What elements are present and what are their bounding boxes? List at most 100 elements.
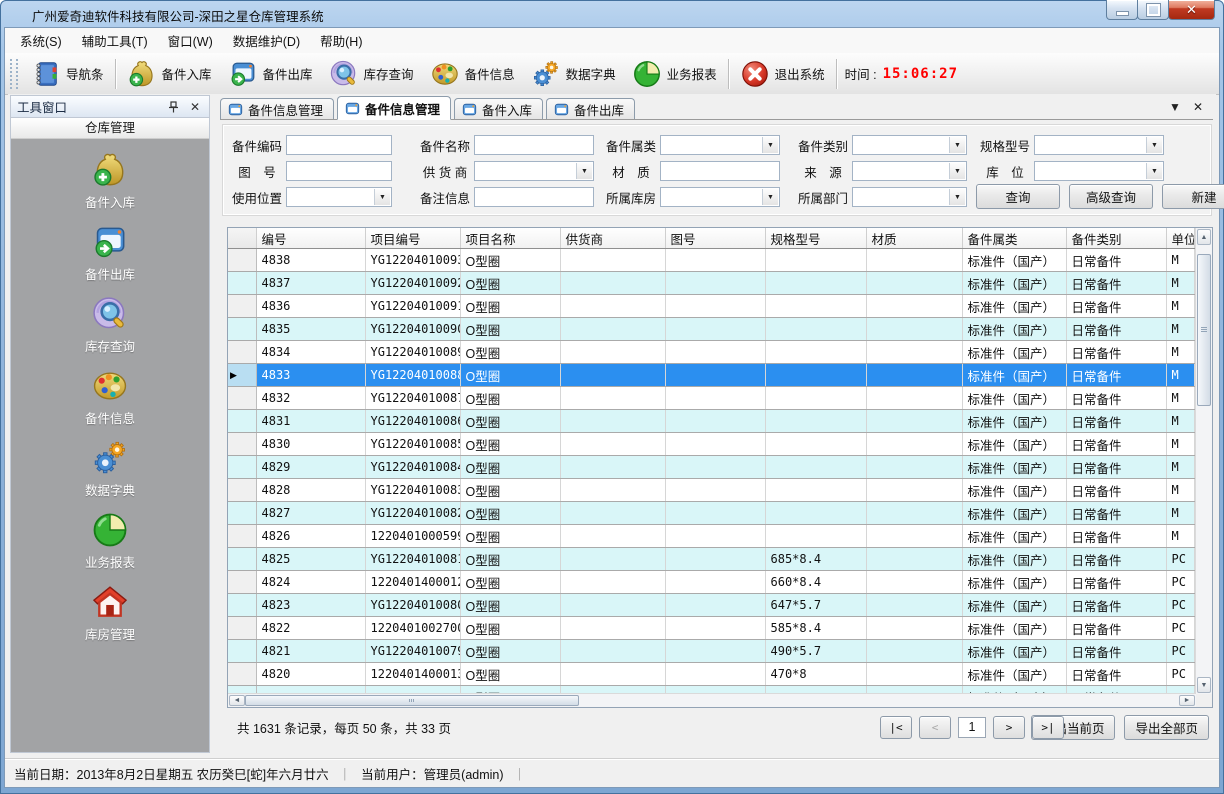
tab-1-active[interactable]: 备件信息管理	[337, 96, 451, 120]
sidebar-item-business-report[interactable]: 业务报表	[35, 511, 185, 571]
table-row[interactable]: 4829YG12204010084O型圈标准件（国产）日常备件M	[228, 456, 1194, 479]
combo-供货商[interactable]: ▼	[474, 161, 594, 181]
horizontal-scrollbar[interactable]: ◄ ►	[228, 693, 1196, 707]
toolbar-exit-system-button[interactable]: 退出系统	[732, 56, 833, 92]
scroll-down-icon[interactable]: ▼	[1197, 677, 1211, 693]
row-indicator-cell[interactable]: ▶	[228, 364, 256, 387]
menu-item-1[interactable]: 辅助工具(T)	[72, 27, 158, 54]
table-row[interactable]: 4834YG12204010089O型圈标准件（国产）日常备件M	[228, 341, 1194, 364]
table-row[interactable]: 4835YG12204010090O型圈标准件（国产）日常备件M	[228, 318, 1194, 341]
chevron-down-icon[interactable]: ▼	[762, 137, 778, 153]
table-row[interactable]: 4836YG12204010091O型圈标准件（国产）日常备件M	[228, 295, 1194, 318]
combo-备件属类[interactable]: ▼	[660, 135, 780, 155]
tab-2[interactable]: 备件入库	[454, 98, 543, 119]
table-row[interactable]: 4828YG12204010083O型圈标准件（国产）日常备件M	[228, 479, 1194, 502]
combo-规格型号[interactable]: ▼	[1034, 135, 1164, 155]
row-indicator-cell[interactable]	[228, 272, 256, 295]
chevron-down-icon[interactable]: ▼	[576, 163, 592, 179]
column-header-3[interactable]: 供货商	[560, 228, 665, 249]
row-indicator-cell[interactable]	[228, 617, 256, 640]
combo-所属部门[interactable]: ▼	[852, 187, 967, 207]
tab-close-icon[interactable]: ✕	[1193, 101, 1203, 113]
column-header-4[interactable]: 图号	[665, 228, 765, 249]
next-page-button[interactable]: >	[993, 716, 1025, 739]
chevron-down-icon[interactable]: ▼	[949, 163, 965, 179]
row-indicator-cell[interactable]	[228, 410, 256, 433]
combo-库位[interactable]: ▼	[1034, 161, 1164, 181]
toolbar-navigator-button[interactable]: 导航条	[23, 56, 112, 92]
table-row[interactable]: 48201220401400013O型圈470*8标准件（国产）日常备件PC	[228, 663, 1194, 686]
input-图号[interactable]	[286, 161, 392, 181]
toolbar-parts-in-button[interactable]: 备件入库	[119, 56, 220, 92]
row-indicator-cell[interactable]	[228, 249, 256, 272]
chevron-down-icon[interactable]: ▼	[762, 189, 778, 205]
table-row[interactable]: ▶4833YG12204010088O型圈标准件（国产）日常备件M	[228, 364, 1194, 387]
first-page-button[interactable]: |<	[880, 716, 912, 739]
row-indicator-cell[interactable]	[228, 479, 256, 502]
menu-item-0[interactable]: 系统(S)	[10, 27, 72, 54]
toolbar-data-dictionary-button[interactable]: 数据字典	[523, 56, 624, 92]
column-header-2[interactable]: 项目名称	[460, 228, 560, 249]
toolbar-business-report-button[interactable]: 业务报表	[624, 56, 725, 92]
scroll-up-icon[interactable]: ▲	[1197, 229, 1211, 245]
chevron-down-icon[interactable]: ▼	[1146, 163, 1162, 179]
sidebar-item-inventory-query[interactable]: 库存查询	[35, 295, 185, 355]
input-备件编码[interactable]	[286, 135, 392, 155]
table-row[interactable]: 4823YG12204010080O型圈647*5.7标准件（国产）日常备件PC	[228, 594, 1194, 617]
row-indicator-cell[interactable]	[228, 640, 256, 663]
menu-item-4[interactable]: 帮助(H)	[310, 27, 372, 54]
row-indicator-cell[interactable]	[228, 318, 256, 341]
tab-3[interactable]: 备件出库	[546, 98, 635, 119]
toolbar-grip[interactable]	[10, 59, 18, 89]
table-row[interactable]: 4825YG12204010081O型圈685*8.4标准件（国产）日常备件PC	[228, 548, 1194, 571]
input-材质[interactable]	[660, 161, 780, 181]
scroll-left-icon[interactable]: ◄	[229, 695, 245, 706]
column-header-6[interactable]: 材质	[866, 228, 962, 249]
close-button[interactable]: ✕	[1168, 0, 1215, 20]
sidebar-item-parts-info[interactable]: 备件信息	[35, 367, 185, 427]
table-row[interactable]: 4838YG12204010093O型圈标准件（国产）日常备件M	[228, 249, 1194, 272]
row-indicator-cell[interactable]	[228, 341, 256, 364]
table-row[interactable]: 48261220401000599O型圈标准件（国产）日常备件M	[228, 525, 1194, 548]
column-header-8[interactable]: 备件类别	[1066, 228, 1166, 249]
table-row[interactable]: 4832YG12204010087O型圈标准件（国产）日常备件M	[228, 387, 1194, 410]
row-indicator-cell[interactable]	[228, 456, 256, 479]
table-row[interactable]: 4830YG12204010085O型圈标准件（国产）日常备件M	[228, 433, 1194, 456]
column-header-1[interactable]: 项目编号	[365, 228, 460, 249]
row-indicator-cell[interactable]	[228, 594, 256, 617]
tab-0[interactable]: 备件信息管理	[220, 98, 334, 119]
row-indicator-cell[interactable]	[228, 433, 256, 456]
row-indicator-cell[interactable]	[228, 663, 256, 686]
current-page-input[interactable]: 1	[958, 717, 986, 738]
column-header-5[interactable]: 规格型号	[765, 228, 866, 249]
sidebar-item-parts-out[interactable]: 备件出库	[35, 223, 185, 283]
row-indicator-cell[interactable]	[228, 571, 256, 594]
row-indicator-cell[interactable]	[228, 548, 256, 571]
input-备件名称[interactable]	[474, 135, 594, 155]
sidebar-group-header[interactable]: 仓库管理	[11, 118, 209, 139]
row-indicator-cell[interactable]	[228, 502, 256, 525]
chevron-down-icon[interactable]: ▼	[374, 189, 390, 205]
chevron-down-icon[interactable]: ▼	[1146, 137, 1162, 153]
toolbar-inventory-query-button[interactable]: 库存查询	[321, 56, 422, 92]
horizontal-scroll-thumb[interactable]	[245, 695, 579, 706]
last-page-button[interactable]: >|	[1032, 716, 1064, 739]
column-header-0[interactable]: 编号	[256, 228, 365, 249]
advanced-query-button[interactable]: 高级查询	[1069, 184, 1153, 209]
prev-page-button[interactable]: <	[919, 716, 951, 739]
menu-item-3[interactable]: 数据维护(D)	[223, 27, 310, 54]
minimize-button[interactable]	[1106, 0, 1138, 20]
pin-icon[interactable]	[165, 99, 181, 114]
column-header-9[interactable]: 单位	[1166, 228, 1194, 249]
combo-来源[interactable]: ▼	[852, 161, 967, 181]
combo-使用位置[interactable]: ▼	[286, 187, 392, 207]
chevron-down-icon[interactable]: ▼	[949, 137, 965, 153]
table-row[interactable]: 4831YG12204010086O型圈标准件（国产）日常备件M	[228, 410, 1194, 433]
vertical-scrollbar[interactable]: ▲ ▼	[1195, 228, 1212, 694]
vertical-scroll-thumb[interactable]	[1197, 254, 1211, 406]
menu-item-2[interactable]: 窗口(W)	[158, 27, 223, 54]
column-header-7[interactable]: 备件属类	[962, 228, 1066, 249]
chevron-down-icon[interactable]: ▼	[949, 189, 965, 205]
combo-所属库房[interactable]: ▼	[660, 187, 780, 207]
new-button[interactable]: 新建	[1162, 184, 1224, 209]
